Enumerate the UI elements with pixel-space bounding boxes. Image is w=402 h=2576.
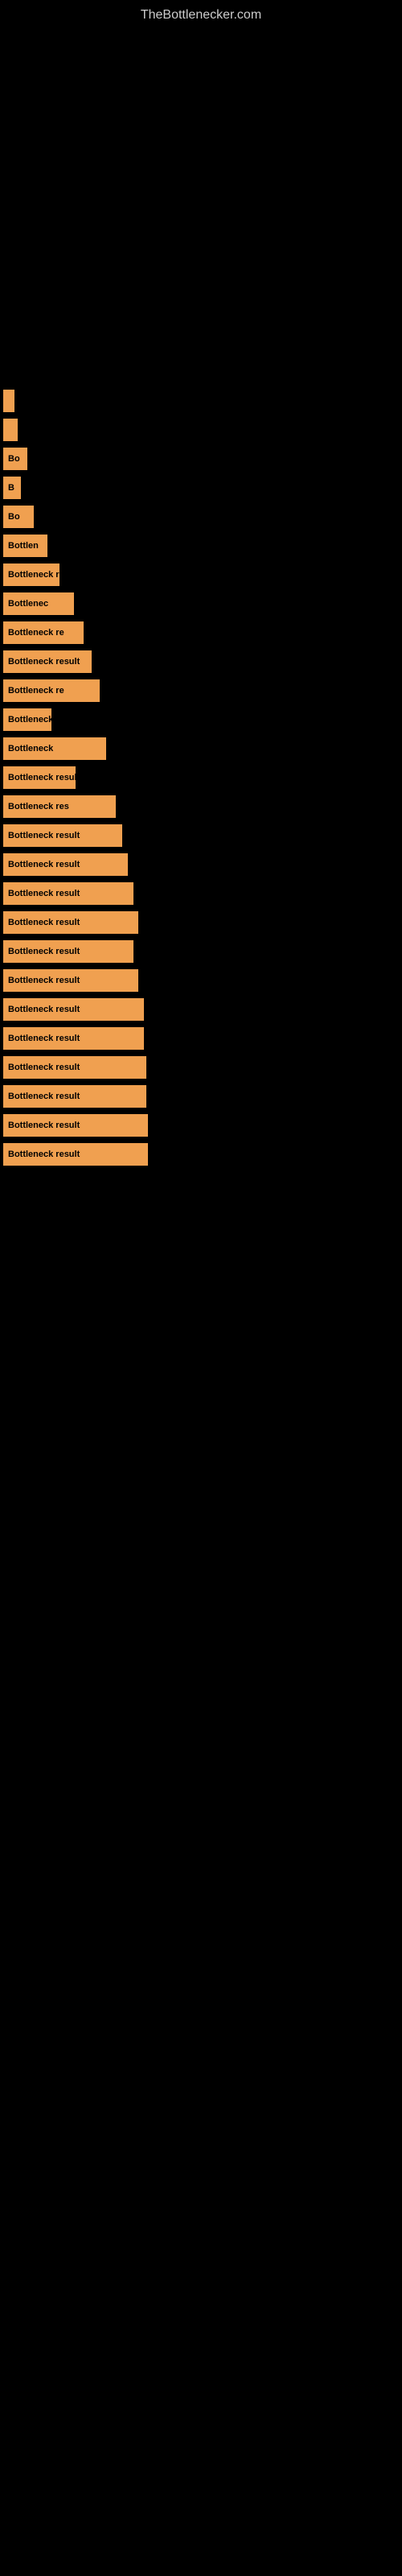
- result-row-5: Bo: [0, 502, 402, 531]
- result-bar-9: Bottleneck re: [3, 621, 84, 644]
- result-row-12: Bottleneck res: [0, 705, 402, 734]
- result-bar-8: Bottlenec: [3, 592, 74, 615]
- result-bar-24: Bottleneck result: [3, 1056, 146, 1079]
- result-row-14: Bottleneck result: [0, 763, 402, 792]
- site-title: TheBottlenecker.com: [0, 0, 402, 27]
- result-row-26: Bottleneck result: [0, 1111, 402, 1140]
- result-row-18: Bottleneck result: [0, 879, 402, 908]
- result-bar-12: Bottleneck res: [3, 708, 51, 731]
- result-bar-1: [3, 390, 14, 412]
- results-container: Bo B Bo Bottlen Bottleneck r Bottlenec Bottlen…: [0, 386, 402, 1169]
- result-bar-13: Bottleneck: [3, 737, 106, 760]
- result-bar-18: Bottleneck result: [3, 882, 133, 905]
- result-bar-15: Bottleneck res: [3, 795, 116, 818]
- result-row-4: B: [0, 473, 402, 502]
- result-row-16: Bottleneck result: [0, 821, 402, 850]
- chart-area: [0, 27, 402, 397]
- result-row-9: Bottleneck re: [0, 618, 402, 647]
- result-bar-5: Bo: [3, 506, 34, 528]
- result-row-23: Bottleneck result: [0, 1024, 402, 1053]
- result-bar-26: Bottleneck result: [3, 1114, 148, 1137]
- result-bar-14: Bottleneck result: [3, 766, 76, 789]
- result-bar-11: Bottleneck re: [3, 679, 100, 702]
- result-row-25: Bottleneck result: [0, 1082, 402, 1111]
- result-bar-4: B: [3, 477, 21, 499]
- result-row-8: Bottlenec: [0, 589, 402, 618]
- result-row-20: Bottleneck result: [0, 937, 402, 966]
- result-row-21: Bottleneck result: [0, 966, 402, 995]
- site-title-bar: TheBottlenecker.com: [0, 0, 402, 27]
- result-row-24: Bottleneck result: [0, 1053, 402, 1082]
- result-bar-10: Bottleneck result: [3, 650, 92, 673]
- result-row-1: [0, 386, 402, 415]
- result-row-7: Bottleneck r: [0, 560, 402, 589]
- result-row-15: Bottleneck res: [0, 792, 402, 821]
- result-bar-27: Bottleneck result: [3, 1143, 148, 1166]
- result-row-11: Bottleneck re: [0, 676, 402, 705]
- result-bar-6: Bottlen: [3, 535, 47, 557]
- result-bar-7: Bottleneck r: [3, 564, 59, 586]
- result-bar-22: Bottleneck result: [3, 998, 144, 1021]
- result-bar-20: Bottleneck result: [3, 940, 133, 963]
- result-row-2: [0, 415, 402, 444]
- result-bar-21: Bottleneck result: [3, 969, 138, 992]
- result-row-22: Bottleneck result: [0, 995, 402, 1024]
- result-bar-16: Bottleneck result: [3, 824, 122, 847]
- result-bar-2: [3, 419, 18, 441]
- result-bar-17: Bottleneck result: [3, 853, 128, 876]
- result-row-6: Bottlen: [0, 531, 402, 560]
- result-row-27: Bottleneck result: [0, 1140, 402, 1169]
- result-bar-19: Bottleneck result: [3, 911, 138, 934]
- result-bar-3: Bo: [3, 448, 27, 470]
- result-row-3: Bo: [0, 444, 402, 473]
- result-row-19: Bottleneck result: [0, 908, 402, 937]
- result-row-13: Bottleneck: [0, 734, 402, 763]
- result-bar-23: Bottleneck result: [3, 1027, 144, 1050]
- result-row-17: Bottleneck result: [0, 850, 402, 879]
- result-bar-25: Bottleneck result: [3, 1085, 146, 1108]
- result-row-10: Bottleneck result: [0, 647, 402, 676]
